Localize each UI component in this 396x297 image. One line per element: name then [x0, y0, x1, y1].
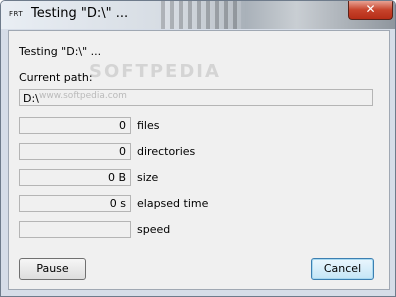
elapsed-time-value: 0 s: [109, 197, 126, 210]
app-icon: FRT: [9, 10, 24, 18]
speed-field: [19, 221, 131, 238]
speed-label: speed: [137, 223, 171, 236]
directories-count-field: 0: [19, 143, 131, 160]
title-bar-background: [161, 1, 241, 29]
size-field: 0 B: [19, 169, 131, 186]
files-label: files: [137, 119, 160, 132]
testing-status-text: Testing "D:\" ...: [19, 45, 102, 58]
directories-label: directories: [137, 145, 196, 158]
dialog-window: FRT Testing "D:\" ... ✕ SOFTPEDIA Testin…: [0, 0, 396, 297]
softpedia-url-watermark: www.softpedia.com: [39, 91, 127, 101]
size-label: size: [137, 171, 159, 184]
close-icon: ✕: [365, 2, 376, 16]
title-bar[interactable]: FRT Testing "D:\" ... ✕: [1, 1, 395, 29]
size-value: 0 B: [107, 171, 126, 184]
current-path-value: D:\: [23, 92, 39, 105]
pause-button[interactable]: Pause: [19, 258, 86, 280]
directories-count-value: 0: [119, 145, 126, 158]
close-button[interactable]: ✕: [348, 1, 393, 20]
files-count-value: 0: [119, 119, 126, 132]
elapsed-time-label: elapsed time: [137, 197, 209, 210]
window-title: Testing "D:\" ...: [31, 6, 129, 21]
current-path-label: Current path:: [19, 71, 93, 84]
dialog-body: SOFTPEDIA Testing "D:\" ... Current path…: [8, 30, 390, 290]
files-count-field: 0: [19, 117, 131, 134]
cancel-button[interactable]: Cancel: [311, 258, 374, 280]
softpedia-watermark: SOFTPEDIA: [89, 61, 221, 82]
elapsed-time-field: 0 s: [19, 195, 131, 212]
